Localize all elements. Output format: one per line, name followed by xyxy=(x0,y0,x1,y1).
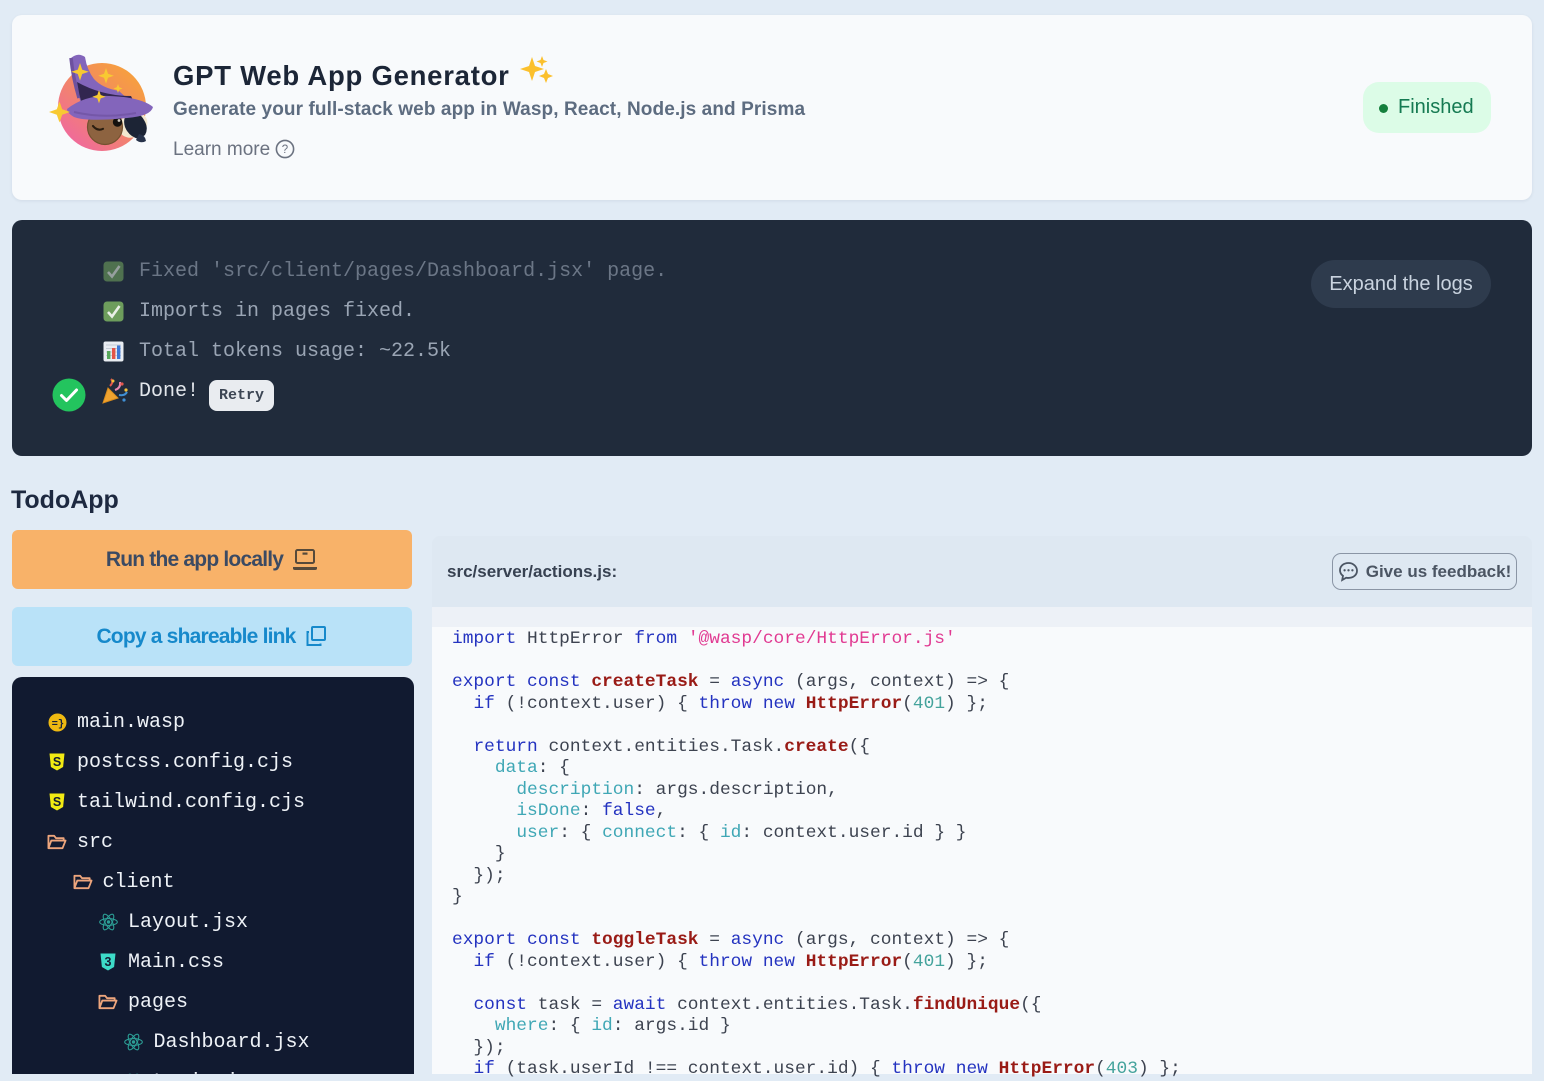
svg-text:3: 3 xyxy=(105,955,112,969)
svg-text:S: S xyxy=(53,755,61,769)
svg-text:=}: =} xyxy=(51,718,64,730)
svg-text:?: ? xyxy=(282,144,288,156)
svg-text:S: S xyxy=(53,795,61,809)
